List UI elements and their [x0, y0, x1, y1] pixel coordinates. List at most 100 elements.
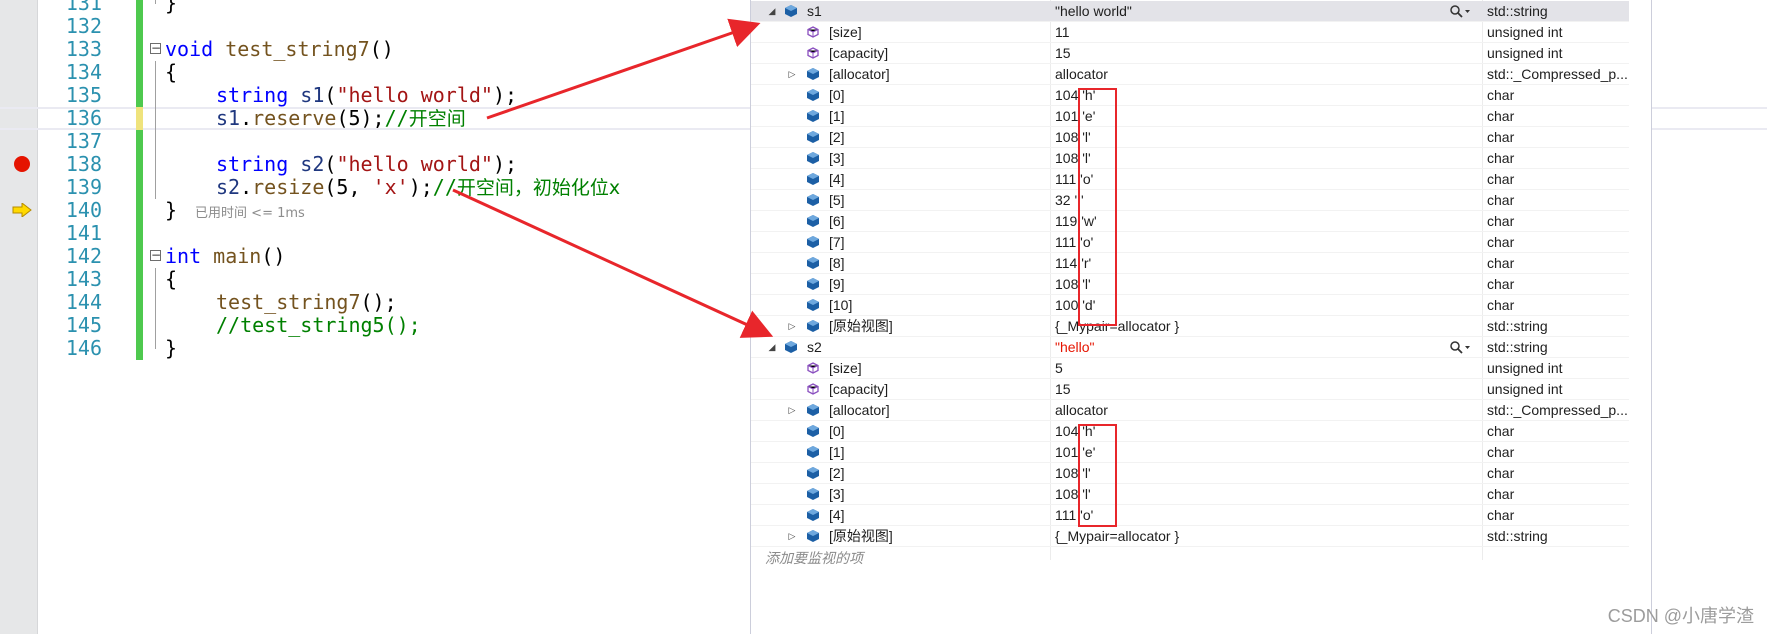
line-number: 144 [65, 290, 102, 314]
watch-row-char[interactable]: [4] 111 'o' char [751, 505, 1629, 526]
code-line[interactable]: 135 string s1("hello world"); [0, 84, 752, 107]
code-line[interactable]: 131 } [0, 0, 752, 15]
code-line[interactable]: 144 test_string7(); [0, 291, 752, 314]
scope-guide [155, 153, 156, 176]
scope-guide [155, 337, 156, 349]
cube-icon [807, 131, 819, 143]
watch-row-char[interactable]: [0] 104 'h' char [751, 85, 1629, 106]
line-number: 131 [65, 0, 102, 15]
watch-row-raw-view[interactable]: ▷ [原始视图] {_Mypair=allocator } std::strin… [751, 526, 1629, 547]
scope-guide [155, 0, 156, 4]
code-text: { [165, 60, 178, 84]
code-line[interactable]: 133 − void test_string7() [0, 38, 752, 61]
change-bar [136, 314, 143, 337]
collapse-region-icon[interactable]: − [150, 249, 161, 261]
change-bar [136, 245, 143, 268]
cube-icon [807, 446, 819, 458]
watch-row-char[interactable]: [1] 101 'e' char [751, 442, 1629, 463]
triangle-right-icon[interactable]: ▷ [787, 64, 797, 85]
code-line[interactable]: 141 [0, 222, 752, 245]
change-bar [136, 153, 143, 176]
change-bar [136, 199, 143, 222]
watermark: CSDN @小唐学渣 [1607, 606, 1754, 626]
code-line[interactable]: 140 } 已用时间 <= 1ms [0, 199, 752, 222]
watch-type: std::string [1487, 3, 1548, 19]
highlight-box-s1-chars [1078, 88, 1117, 326]
code-line[interactable]: 137 [0, 130, 752, 153]
triangle-down-icon[interactable]: ◢ [767, 1, 777, 22]
change-bar [136, 291, 143, 314]
watch-row-char[interactable]: [3] 108 'l' char [751, 148, 1629, 169]
magnifier-icon[interactable] [1449, 340, 1471, 355]
watch-row-char[interactable]: [10] 100 'd' char [751, 295, 1629, 316]
triangle-right-icon[interactable]: ▷ [787, 400, 797, 421]
watch-row-size[interactable]: [size] 11 unsigned int [751, 22, 1629, 43]
wrench-cube-icon [807, 383, 819, 395]
scope-guide [155, 107, 156, 130]
code-line[interactable]: 145 //test_string5(); [0, 314, 752, 337]
code-line[interactable]: 143 { [0, 268, 752, 291]
code-line[interactable]: 142 − int main() [0, 245, 752, 268]
triangle-down-icon[interactable]: ◢ [767, 337, 777, 358]
code-line[interactable]: 134 { [0, 61, 752, 84]
cube-icon [807, 320, 819, 332]
line-number: 140 [65, 198, 102, 222]
watch-value-changed[interactable]: "hello" [1055, 337, 1095, 358]
breakpoint-icon[interactable] [14, 156, 30, 172]
line-number: 134 [65, 60, 102, 84]
highlight-box-s2-chars [1078, 424, 1117, 527]
change-bar [136, 268, 143, 291]
watch-window[interactable]: ◢ s1 "hello world" std::string [size] 11… [750, 0, 1652, 634]
watch-row-char[interactable]: [2] 108 'l' char [751, 127, 1629, 148]
cube-icon [807, 236, 819, 248]
code-text: //test_string5(); [216, 313, 421, 337]
watch-row-s1[interactable]: ◢ s1 "hello world" std::string [751, 1, 1629, 22]
code-editor[interactable]: 131 } 132 133 − void test_string7() 134 … [0, 0, 1767, 634]
change-bar-unsaved [136, 107, 143, 130]
add-watch-item[interactable]: 添加要监视的项 [765, 548, 863, 568]
watch-row-char[interactable]: [8] 114 'r' char [751, 253, 1629, 274]
watch-row-char[interactable]: [6] 119 'w' char [751, 211, 1629, 232]
scope-guide [155, 130, 156, 153]
watch-row-char[interactable]: [7] 111 'o' char [751, 232, 1629, 253]
cube-icon [807, 257, 819, 269]
change-bar [136, 130, 143, 153]
watch-row-capacity[interactable]: [capacity] 15 unsigned int [751, 43, 1629, 64]
watch-row-s2[interactable]: ◢ s2 "hello" std::string [751, 337, 1629, 358]
collapse-region-icon[interactable]: − [150, 42, 161, 54]
triangle-right-icon[interactable]: ▷ [787, 316, 797, 337]
cube-icon [807, 173, 819, 185]
watch-type: std::string [1487, 339, 1548, 355]
watch-value[interactable]: "hello world" [1055, 1, 1132, 22]
line-number: 133 [65, 37, 102, 61]
watch-row-size[interactable]: [size] 5 unsigned int [751, 358, 1629, 379]
watch-row-allocator[interactable]: ▷ [allocator] allocator std::_Compressed… [751, 64, 1629, 85]
watch-row-char[interactable]: [4] 111 'o' char [751, 169, 1629, 190]
watch-row-char[interactable]: [2] 108 'l' char [751, 463, 1629, 484]
change-bar [136, 176, 143, 199]
cube-icon [807, 110, 819, 122]
code-line[interactable]: 139 s2.resize(5, 'x');//开空间，初始化位x [0, 176, 752, 199]
cube-icon [807, 215, 819, 227]
change-bar [136, 61, 143, 84]
cube-icon [807, 299, 819, 311]
change-bar [136, 222, 143, 245]
watch-row-char[interactable]: [5] 32 ' ' char [751, 190, 1629, 211]
watch-row-char[interactable]: [0] 104 'h' char [751, 421, 1629, 442]
magnifier-icon[interactable] [1449, 4, 1471, 19]
scope-guide [155, 291, 156, 314]
code-line[interactable]: 132 [0, 15, 752, 38]
cube-icon [807, 509, 819, 521]
watch-row-char[interactable]: [1] 101 'e' char [751, 106, 1629, 127]
code-line[interactable]: 138 string s2("hello world"); [0, 153, 752, 176]
watch-row-capacity[interactable]: [capacity] 15 unsigned int [751, 379, 1629, 400]
change-bar [136, 15, 143, 38]
watch-row-raw-view[interactable]: ▷ [原始视图] {_Mypair=allocator } std::strin… [751, 316, 1629, 337]
code-line[interactable]: 146 } [0, 337, 752, 360]
watch-row-char[interactable]: [3] 108 'l' char [751, 484, 1629, 505]
watch-row-char[interactable]: [9] 108 'l' char [751, 274, 1629, 295]
code-text: { [165, 267, 178, 291]
cube-icon [807, 404, 819, 416]
triangle-right-icon[interactable]: ▷ [787, 526, 797, 547]
watch-row-allocator[interactable]: ▷ [allocator] allocator std::_Compressed… [751, 400, 1629, 421]
